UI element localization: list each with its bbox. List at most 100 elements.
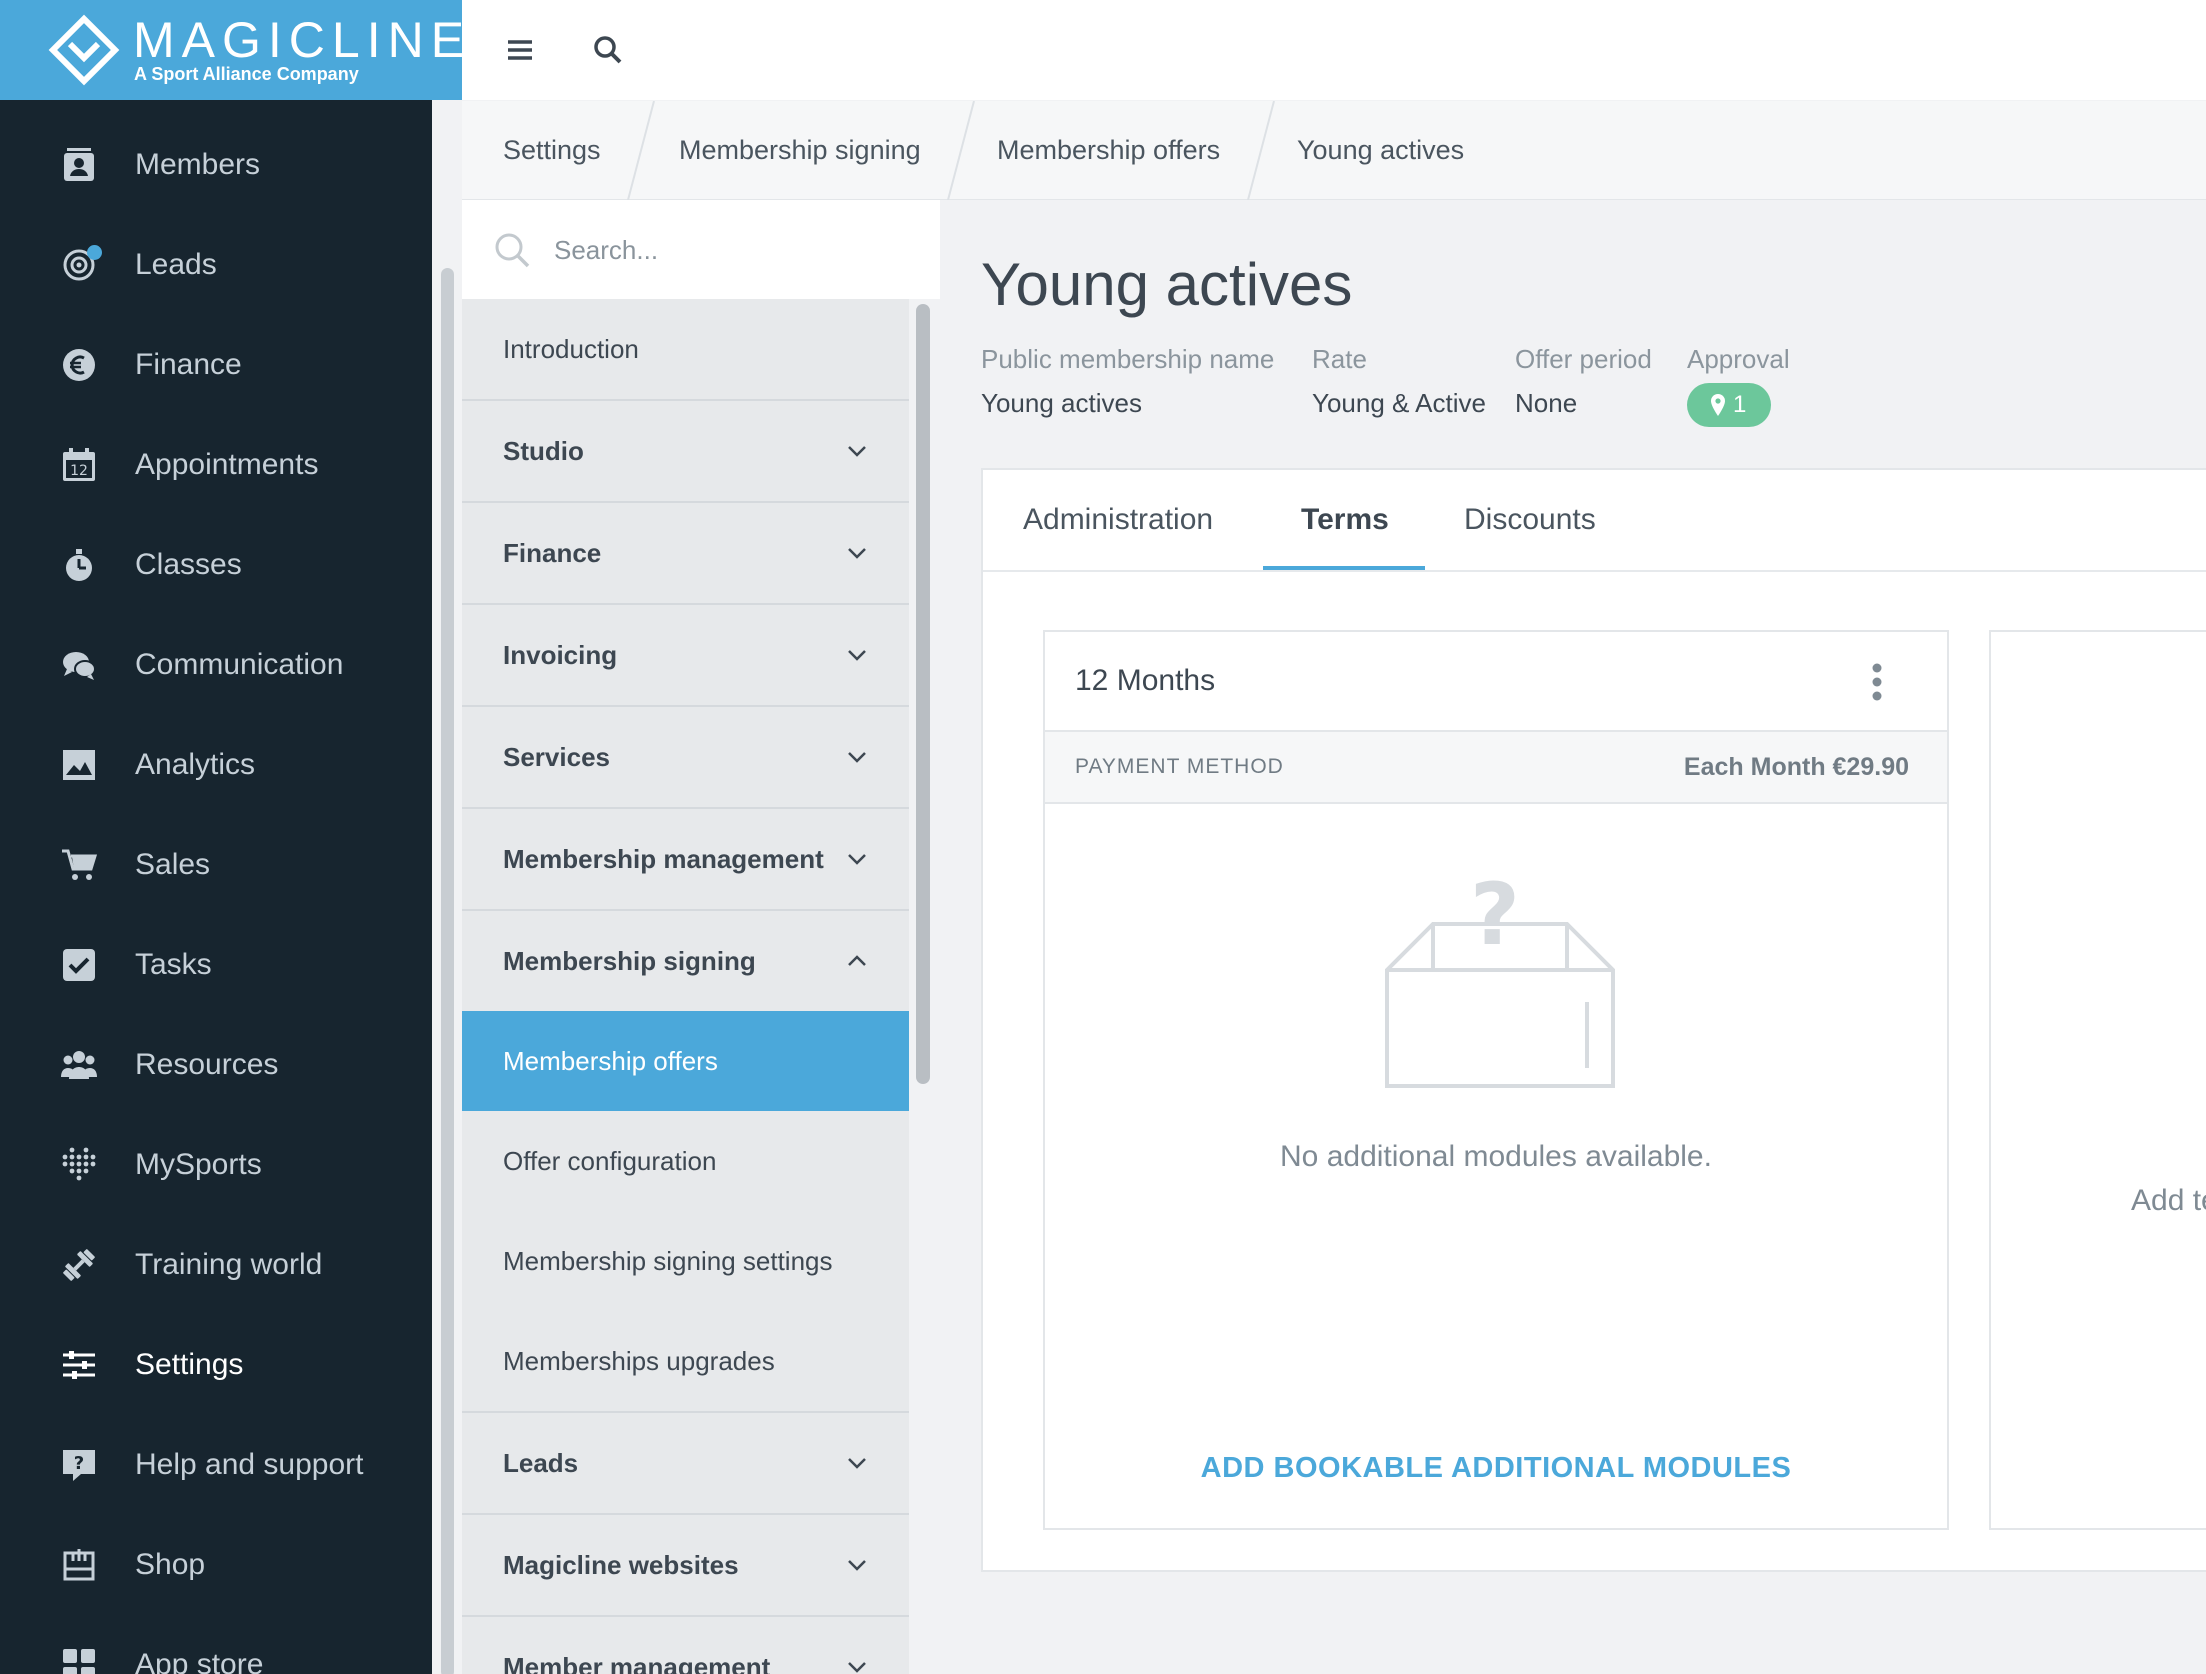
add-bookable-modules-link[interactable]: ADD BOOKABLE ADDITIONAL MODULES (1045, 1452, 1947, 1485)
chevron-down-icon (848, 650, 866, 661)
settings-menu: Introduction Studio Finance Invoicing Se… (462, 200, 940, 1674)
nav-item-leads[interactable]: Leads (0, 215, 432, 315)
menu-item-services[interactable]: Services (462, 707, 909, 809)
term-title: 12 Months (1075, 664, 1216, 697)
menu-item-label: Invoicing (503, 640, 618, 670)
brand-header[interactable]: MAGICLINE A Sport Alliance Company (0, 0, 464, 100)
tab-administration[interactable]: Administration (1023, 470, 1213, 570)
nav-item-appointments[interactable]: 12 Appointments (0, 415, 432, 515)
breadcrumb-young-actives: Young actives (1297, 135, 1465, 165)
empty-box-icon: ? (1385, 878, 1615, 1088)
location-pin-icon (1711, 394, 1725, 416)
nav-label: Communication (135, 648, 344, 681)
public-name-label: Public membership name (981, 344, 1275, 374)
menu-item-label: Membership management (503, 844, 824, 874)
nav-item-finance[interactable]: Finance (0, 315, 432, 415)
dumbbell-icon (63, 1249, 95, 1281)
menu-subitem-offer-configuration[interactable]: Offer configuration (462, 1111, 909, 1211)
euro-icon (63, 349, 95, 381)
menu-item-membership-management[interactable]: Membership management (462, 809, 909, 911)
svg-text:12: 12 (70, 463, 88, 479)
nav-item-app-store[interactable]: App store (0, 1615, 432, 1674)
menu-item-magicline-websites[interactable]: Magicline websites (462, 1515, 909, 1617)
add-term-card[interactable]: Add te (1989, 630, 2206, 1530)
kebab-menu-icon[interactable] (1871, 662, 1883, 702)
active-tab-indicator (1263, 566, 1425, 570)
approval-badge[interactable]: 1 (1687, 383, 1771, 427)
nav-item-analytics[interactable]: Analytics (0, 715, 432, 815)
nav-item-settings[interactable]: Settings (0, 1315, 432, 1415)
chat-icon (63, 652, 96, 680)
menu-subitem-label: Membership signing settings (503, 1246, 833, 1276)
chevron-up-icon (848, 955, 866, 966)
stopwatch-icon (66, 549, 92, 581)
nav-item-sales[interactable]: Sales (0, 815, 432, 915)
add-term-text: Add te (2131, 1184, 2206, 1217)
menu-subitem-label: Offer configuration (503, 1146, 717, 1176)
menu-subitem-membership-signing-settings[interactable]: Membership signing settings (462, 1211, 909, 1311)
nav-label: MySports (135, 1148, 262, 1181)
empty-state-text: No additional modules available. (1280, 1140, 1712, 1173)
chevron-down-icon (848, 854, 866, 865)
public-name-value: Young actives (981, 388, 1142, 418)
menu-subitem-memberships-upgrades[interactable]: Memberships upgrades (462, 1311, 909, 1413)
brand-name: MAGICLINE (133, 12, 472, 68)
nav-label: Tasks (135, 948, 212, 981)
nav-label: Sales (135, 848, 211, 881)
members-icon (64, 148, 94, 181)
menu-item-introduction[interactable]: Introduction (462, 299, 909, 401)
hamburger-menu-icon[interactable] (502, 32, 538, 68)
tab-discounts[interactable]: Discounts (1464, 470, 1596, 570)
main-nav: Members Leads Finance 12 Appointments Cl… (0, 115, 432, 1674)
search-icon[interactable] (590, 32, 626, 68)
top-bar (462, 0, 2206, 100)
notification-dot (87, 245, 102, 260)
menu-search-input[interactable] (554, 225, 914, 275)
page-title: Young actives (981, 251, 1353, 318)
menu-item-label: Membership signing (503, 946, 756, 976)
breadcrumb-membership-offers[interactable]: Membership offers (997, 101, 1220, 200)
cart-icon (62, 849, 97, 880)
sidebar-scrollbar[interactable] (441, 268, 454, 1674)
chevron-down-icon (848, 752, 866, 763)
nav-label: App store (135, 1648, 264, 1674)
menu-item-label: Member management (503, 1652, 771, 1674)
menu-item-leads[interactable]: Leads (462, 1413, 909, 1515)
menu-item-studio[interactable]: Studio (462, 401, 909, 503)
nav-item-training-world[interactable]: Training world (0, 1215, 432, 1315)
nav-item-resources[interactable]: Resources (0, 1015, 432, 1115)
menu-scrollbar[interactable] (916, 304, 930, 1084)
chevron-down-icon (848, 1560, 866, 1571)
menu-item-invoicing[interactable]: Invoicing (462, 605, 909, 707)
tab-terms[interactable]: Terms (1301, 470, 1389, 570)
nav-item-mysports[interactable]: MySports (0, 1115, 432, 1215)
nav-label: Appointments (135, 448, 319, 481)
breadcrumb-settings[interactable]: Settings (503, 101, 601, 200)
nav-item-classes[interactable]: Classes (0, 515, 432, 615)
nav-item-tasks[interactable]: Tasks (0, 915, 432, 1015)
term-card: 12 Months PAYMENT METHOD Each Month €29.… (1043, 630, 1949, 1530)
svg-text:?: ? (74, 1453, 84, 1474)
nav-label: Shop (135, 1548, 206, 1581)
menu-item-membership-signing[interactable]: Membership signing (462, 911, 909, 1011)
breadcrumb-separator (947, 101, 975, 200)
menu-item-label: Magicline websites (503, 1550, 739, 1580)
sliders-icon (63, 1351, 95, 1379)
approval-count: 1 (1733, 391, 1747, 418)
breadcrumb-membership-signing[interactable]: Membership signing (679, 101, 921, 200)
breadcrumb: Settings Membership signing Membership o… (462, 101, 2206, 200)
menu-subitem-membership-offers[interactable]: Membership offers (462, 1011, 909, 1111)
nav-item-help-and-support[interactable]: ? Help and support (0, 1415, 432, 1515)
nav-item-shop[interactable]: Shop (0, 1515, 432, 1615)
breadcrumb-separator (627, 101, 655, 200)
chevron-down-icon (848, 1458, 866, 1469)
nav-item-members[interactable]: Members (0, 115, 432, 215)
menu-item-member-management[interactable]: Member management (462, 1617, 909, 1674)
offer-tabs: Administration Terms Discounts (983, 470, 2206, 572)
nav-label: Finance (135, 348, 242, 381)
dots-grid-icon (62, 1147, 96, 1181)
nav-item-communication[interactable]: Communication (0, 615, 432, 715)
menu-list: Introduction Studio Finance Invoicing Se… (462, 299, 909, 1674)
help-icon: ? (63, 1450, 95, 1481)
menu-item-finance[interactable]: Finance (462, 503, 909, 605)
